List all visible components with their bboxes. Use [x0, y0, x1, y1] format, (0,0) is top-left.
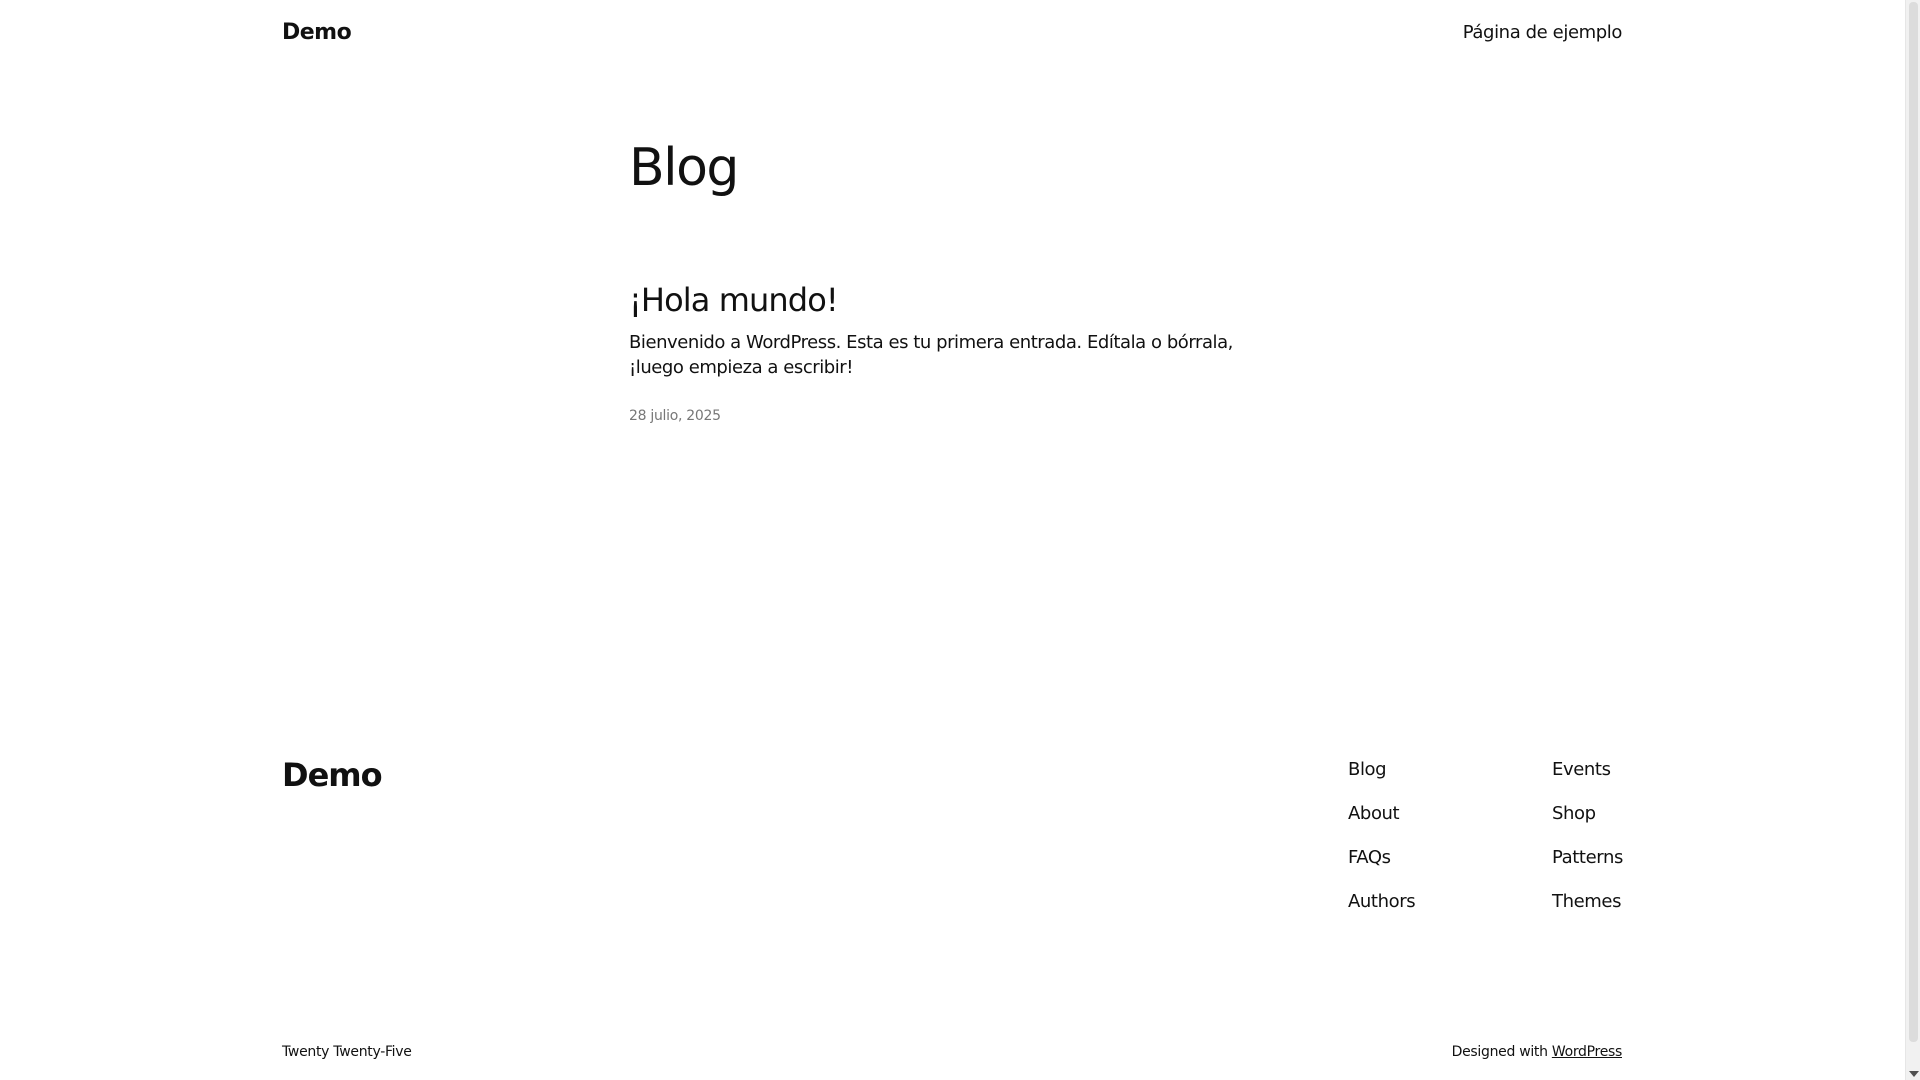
designed-with-credit: Designed with WordPress [1451, 1044, 1623, 1060]
scrollbar-thumb[interactable] [1909, 2, 1918, 1042]
footer-link-patterns[interactable]: Patterns [1552, 844, 1623, 888]
footer-link-events[interactable]: Events [1552, 756, 1623, 800]
page-title: Blog [629, 138, 739, 198]
footer-link-faqs[interactable]: FAQs [1348, 844, 1415, 888]
nav-item-pagina-de-ejemplo[interactable]: Página de ejemplo [1463, 22, 1623, 43]
site-title-link[interactable]: Demo [282, 20, 352, 45]
footer-nav-column-1: Blog About FAQs Authors [1348, 756, 1416, 932]
footer-link-authors[interactable]: Authors [1348, 888, 1416, 932]
designed-with-text: Designed with [1451, 1044, 1552, 1060]
footer-link-about[interactable]: About [1348, 800, 1415, 844]
footer-link-shop[interactable]: Shop [1552, 800, 1623, 844]
vertical-scrollbar[interactable] [1905, 0, 1920, 1080]
scroll-down-arrow-icon[interactable] [1909, 1071, 1919, 1077]
page: Demo Página de ejemplo Blog ¡Hola mundo!… [0, 0, 1905, 1080]
footer-link-themes[interactable]: Themes [1552, 888, 1623, 932]
footer-nav-column-2: Events Shop Patterns Themes [1552, 756, 1623, 932]
post-excerpt: Bienvenido a WordPress. Esta es tu prime… [629, 332, 1233, 378]
theme-credit: Twenty Twenty-Five [282, 1044, 412, 1060]
wordpress-link[interactable]: WordPress [1552, 1044, 1622, 1060]
footer-link-blog[interactable]: Blog [1348, 756, 1415, 800]
post-item: ¡Hola mundo! Bienvenido a WordPress. Est… [629, 280, 1249, 424]
footer-site-title-link[interactable]: Demo [282, 756, 383, 794]
post-title-link[interactable]: ¡Hola mundo! [629, 280, 1249, 320]
post-date: 28 julio, 2025 [629, 408, 721, 424]
